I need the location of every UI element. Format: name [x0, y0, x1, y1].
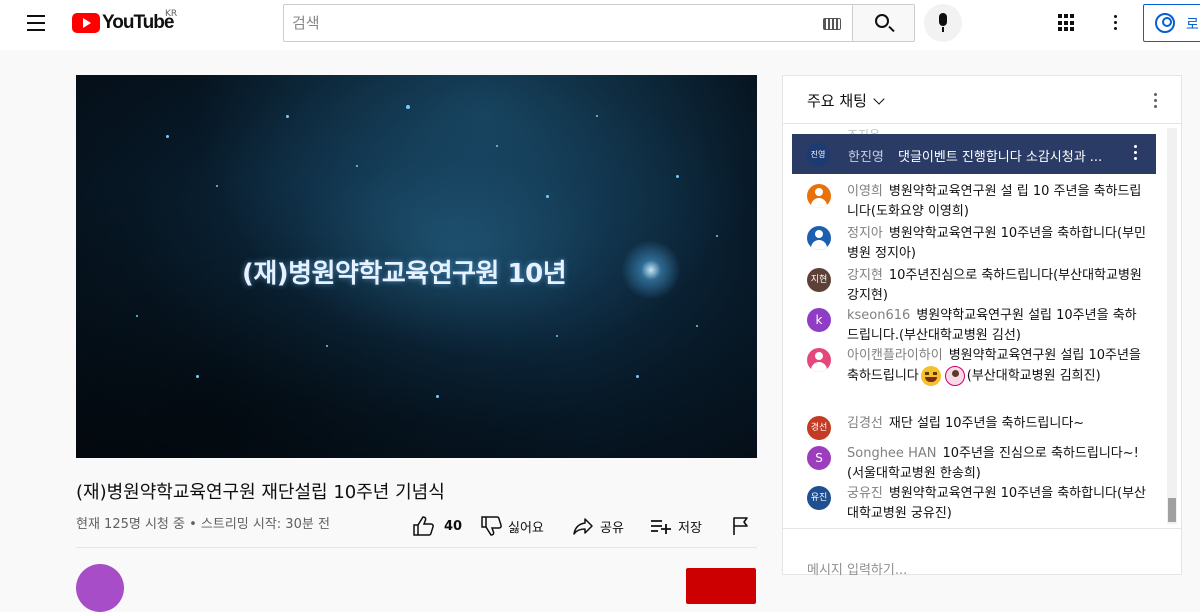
pinned-message[interactable]: 진영 한진영 댓글이벤트 진행합니다 소감시청과 ... [792, 134, 1156, 174]
video-player[interactable]: (재)병원약학교육연구원 10년 [76, 75, 757, 458]
chat-author[interactable]: 아이캔플라이하이 [847, 348, 943, 363]
search-button[interactable] [852, 4, 915, 42]
voice-search-button[interactable] [924, 4, 962, 42]
apps-grid-icon[interactable] [1058, 14, 1076, 32]
search-icon [875, 14, 889, 28]
chat-author[interactable]: 정지아 [847, 226, 883, 241]
microphone-icon [939, 13, 947, 32]
chat-text: 재단 설립 10주년을 축하드립니다~ [888, 416, 1085, 431]
chat-more-options-icon[interactable] [1150, 93, 1160, 111]
avatar[interactable]: 경선 [807, 416, 831, 440]
keyboard-icon[interactable] [823, 18, 841, 30]
pinned-author: 한진영 [848, 150, 884, 165]
youtube-logo[interactable]: YouTube KR [72, 9, 177, 35]
avatar[interactable] [807, 184, 831, 208]
chat-text: 병원약학교육연구원 10주년을 축하합니다(부산대학교병원 궁유진) [847, 486, 1147, 521]
video-overlay-title: (재)병원약학교육연구원 10년 [242, 259, 567, 289]
chat-text-suffix: (부산대학교병원 김희진) [966, 368, 1101, 384]
video-title: (재)병원약학교육연구원 재단설립 10주년 기념식 [76, 482, 445, 503]
chat-mode-dropdown[interactable]: 주요 채팅 [807, 90, 885, 111]
lens-flare [616, 235, 686, 305]
chat-message: S Songhee HAN 10주년을 진심으로 축하드립니다~!(서울대학교병원… [807, 444, 1157, 484]
avatar[interactable]: k [807, 308, 831, 332]
search-box [283, 4, 853, 42]
share-button[interactable]: 공유 [572, 514, 624, 538]
sign-in-label: 로 [1186, 17, 1199, 33]
chevron-down-icon [873, 92, 885, 105]
save-label: 저장 [678, 520, 702, 536]
pinned-more-icon[interactable] [1130, 145, 1140, 163]
chat-message: 지현 강지현 10주년진심으로 축하드립니다(부산대학교병원 강지현) [807, 266, 1157, 306]
chat-text: 병원약학교육연구원 설 립 10 주년을 축하드립니다(도화요양 이영희) [847, 184, 1142, 219]
subscribe-button[interactable] [686, 568, 756, 604]
chat-author[interactable]: 궁유진 [847, 486, 883, 501]
video-stats: 현재 125명 시청 중 • 스트리밍 시작: 30분 전 [76, 517, 330, 532]
chat-message: 유진 궁유진 병원약학교육연구원 10주년을 축하합니다(부산대학교병원 궁유진) [807, 484, 1157, 524]
like-button[interactable]: 40 [412, 514, 462, 538]
flag-icon [733, 517, 748, 535]
save-button[interactable]: 저장 [650, 514, 702, 538]
chat-text: 병원약학교육연구원 10주년을 축하합니다(부민병원 정지아) [847, 226, 1147, 261]
chat-message: 경선 김경선 재단 설립 10주년을 축하드립니다~ [807, 414, 1157, 440]
report-button[interactable] [732, 514, 750, 538]
chat-scrollbar[interactable] [1167, 128, 1177, 524]
logo-text: YouTube [102, 12, 174, 33]
avatar[interactable]: 유진 [807, 486, 831, 510]
chat-author[interactable]: 이영희 [847, 184, 883, 199]
country-code: KR [165, 9, 178, 19]
chat-author[interactable]: kseon616 [847, 308, 910, 323]
chat-message: 정지아 병원약학교육연구원 10주년을 축하합니다(부민병원 정지아) [807, 224, 1157, 264]
person-gesture-emoji-icon [944, 366, 965, 386]
playlist-add-icon [651, 520, 671, 534]
hamburger-menu-icon[interactable] [20, 10, 52, 38]
dislike-label: 싫어요 [508, 520, 544, 536]
avatar[interactable] [807, 226, 831, 250]
chat-author[interactable]: Songhee HAN [847, 446, 936, 461]
chat-text: 10주년진심으로 축하드립니다(부산대학교병원 강지현) [847, 268, 1142, 303]
chat-footer: 메시지 입력하기... [783, 528, 1181, 578]
chat-message: k kseon616 병원약학교육연구원 설립 10주년을 축하드립니다.(부산대… [807, 306, 1157, 346]
avatar[interactable]: S [807, 446, 831, 470]
chat-mode-label: 주요 채팅 [807, 92, 867, 110]
pinned-avatar: 진영 [806, 143, 830, 167]
thumbs-up-icon [413, 516, 434, 536]
chat-message: 이영희 병원약학교육연구원 설 립 10 주년을 축하드립니다(도화요양 이영희) [807, 182, 1157, 222]
account-icon [1155, 13, 1175, 33]
chat-author[interactable]: 김경선 [847, 416, 883, 431]
chat-header: 주요 채팅 [783, 76, 1181, 124]
thumbs-down-icon [481, 516, 502, 536]
play-icon [72, 13, 100, 33]
scrollbar-thumb[interactable] [1168, 498, 1176, 522]
chat-message: 아이캔플라이하이 병원약학교육연구원 설립 10주년을 축하드립니다 (부산대학교병… [807, 346, 1157, 387]
divider [76, 547, 757, 548]
avatar[interactable] [807, 348, 831, 372]
laughing-emoji-icon [920, 366, 941, 386]
channel-avatar[interactable] [76, 564, 124, 612]
pinned-text: 댓글이벤트 진행합니다 소감시청과 ... [898, 150, 1103, 165]
sign-in-button[interactable]: 로 [1143, 4, 1200, 42]
like-count: 40 [444, 518, 463, 534]
share-label: 공유 [600, 520, 624, 536]
chat-author[interactable]: 강지현 [847, 268, 883, 283]
share-icon [573, 518, 593, 535]
search-input[interactable] [284, 5, 804, 41]
chat-input[interactable]: 메시지 입력하기... [807, 559, 907, 578]
live-chat-panel: 주요 채팅 조지은 진영 한진영 댓글이벤트 진행합니다 소감시청과 ... 이… [782, 75, 1182, 578]
avatar[interactable]: 지현 [807, 268, 831, 292]
dislike-button[interactable]: 싫어요 [480, 514, 544, 538]
top-bar: YouTube KR 로 [0, 0, 1200, 50]
settings-more-icon[interactable] [1110, 13, 1120, 33]
